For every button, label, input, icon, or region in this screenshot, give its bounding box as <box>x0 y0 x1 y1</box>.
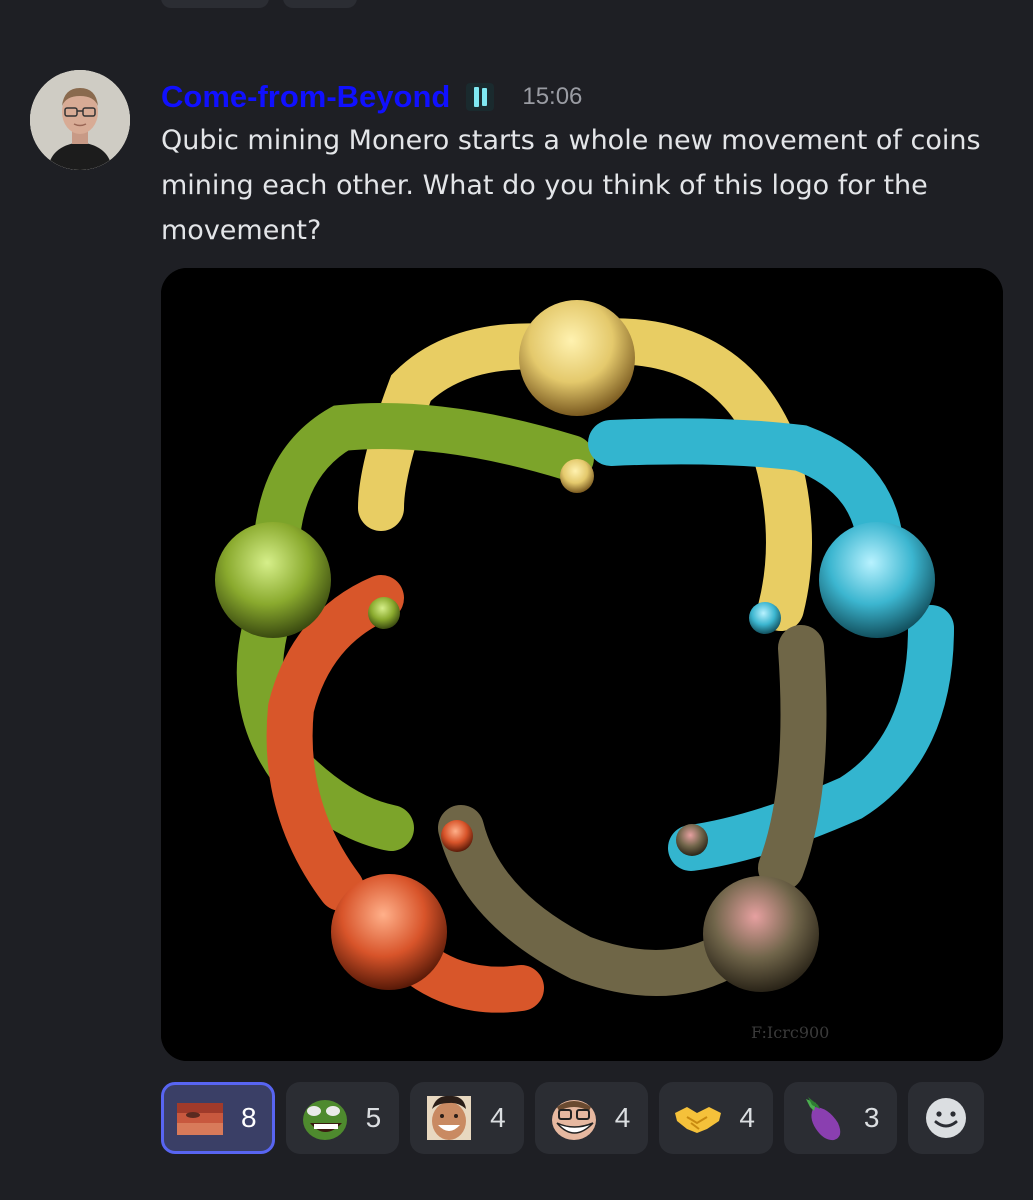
handshake-emoji <box>675 1107 722 1133</box>
image-attachment[interactable]: F:Icrc900 <box>161 268 1003 1061</box>
message-header: Come-from-Beyond 15:06 <box>161 72 582 122</box>
avatar[interactable] <box>30 70 130 170</box>
add-reaction-button[interactable] <box>908 1082 985 1154</box>
avatar-photo <box>30 70 130 170</box>
author-name[interactable]: Come-from-Beyond <box>161 79 450 115</box>
reaction-count: 8 <box>241 1102 257 1133</box>
trollface-glasses-emoji <box>551 1100 596 1140</box>
reaction-count: 4 <box>490 1102 506 1133</box>
smiling-man-emoji <box>427 1095 472 1140</box>
eggplant-emoji <box>805 1097 841 1141</box>
smiley-add-icon <box>926 1098 967 1138</box>
reaction-face-crop[interactable]: 8 <box>161 1082 275 1154</box>
reaction-count: 3 <box>863 1102 880 1133</box>
reaction-count: 4 <box>614 1102 631 1133</box>
image-watermark: F:Icrc900 <box>751 1023 829 1042</box>
chat-message: Come-from-Beyond 15:06 Qubic mining Mone… <box>0 0 1033 1200</box>
reaction-eggplant[interactable]: 3 <box>783 1082 898 1154</box>
reaction-handshake[interactable]: 4 <box>659 1082 773 1154</box>
message-text: Qubic mining Monero starts a whole new m… <box>161 125 981 246</box>
coins-circle-logo-image: F:Icrc900 <box>161 268 1003 1061</box>
reaction-count: 4 <box>739 1102 755 1133</box>
pepe-laughing-emoji <box>302 1100 347 1140</box>
message-timestamp: 15:06 <box>522 83 583 110</box>
face-crop-emoji <box>177 1103 223 1135</box>
reactions-bar: 8 5 4 4 4 3 <box>161 1082 985 1154</box>
reaction-count: 5 <box>365 1102 382 1133</box>
reaction-trollface-glasses[interactable]: 4 <box>534 1082 649 1154</box>
pause-badge-icon[interactable] <box>466 83 495 111</box>
reaction-pepe-laughing[interactable]: 5 <box>285 1082 400 1154</box>
reaction-smiling-man[interactable]: 4 <box>410 1082 524 1154</box>
